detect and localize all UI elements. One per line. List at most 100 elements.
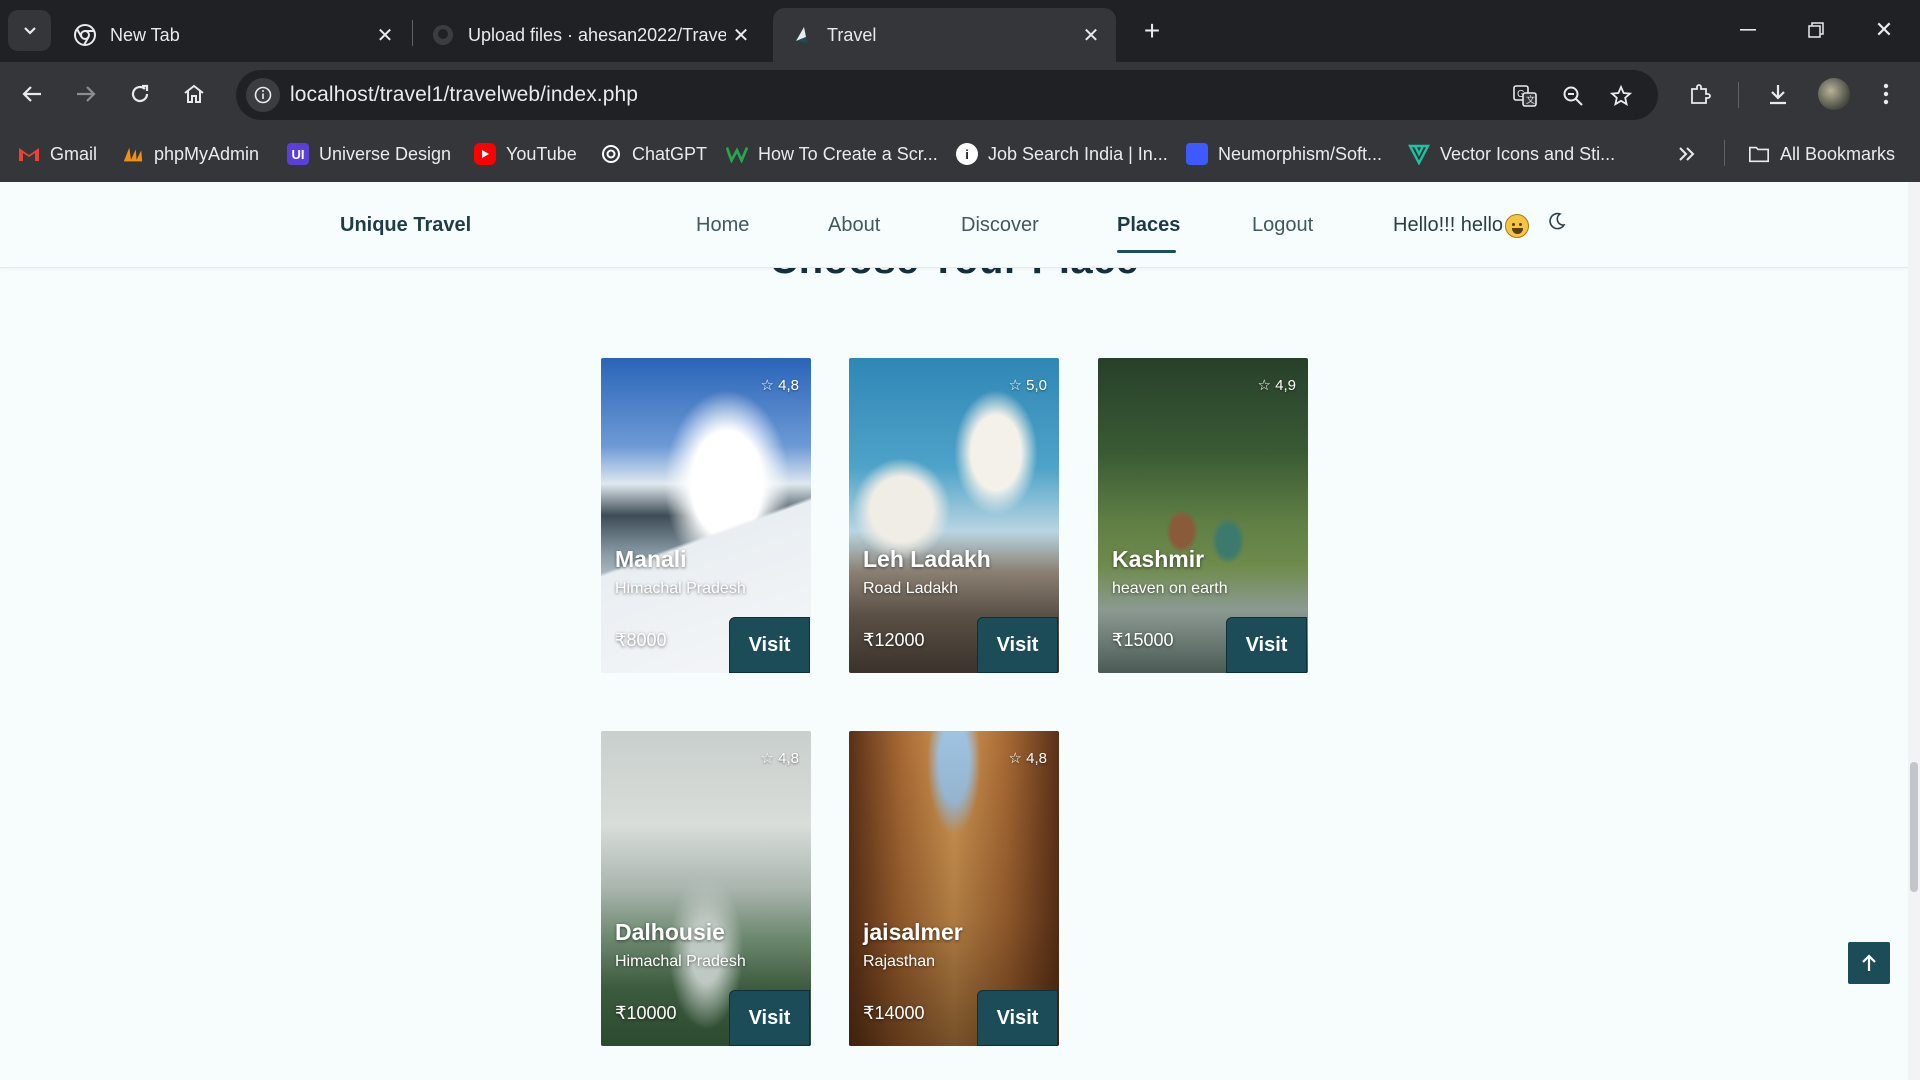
bookmark-neumorphism[interactable]: Neumorphism/Soft...: [1186, 138, 1382, 170]
back-icon[interactable]: [12, 74, 52, 114]
card-title: Manali: [615, 546, 687, 572]
browser-chrome: New Tab ✕ Upload files · ahesan2022/Trav…: [0, 0, 1920, 182]
close-icon[interactable]: ✕: [370, 23, 400, 48]
visit-button[interactable]: Visit: [729, 617, 810, 673]
toolbar: localhost/travel1/travelweb/index.php G文: [0, 62, 1920, 126]
card-price: ₹8000: [615, 630, 667, 650]
menu-icon[interactable]: [1866, 74, 1906, 114]
bookmark-star-icon[interactable]: [1604, 79, 1638, 113]
tab-title: Travel: [827, 24, 877, 45]
bookmark-label: Job Search India | In...: [988, 143, 1168, 164]
moon-icon[interactable]: [1548, 212, 1566, 236]
place-card-manali: ☆ 4,8 Manali Himachal Pradesh ₹8000 Visi…: [601, 358, 811, 673]
tab-title: New Tab: [110, 24, 180, 45]
bookmark-phpmyadmin[interactable]: phpMyAdmin: [122, 138, 259, 170]
bookmarks-bar: Gmail phpMyAdmin UI Universe Design YouT…: [0, 126, 1920, 182]
visit-button[interactable]: Visit: [977, 990, 1058, 1046]
star-icon: ☆: [760, 377, 774, 394]
visit-button[interactable]: Visit: [977, 617, 1058, 673]
site-info-icon[interactable]: [246, 78, 280, 112]
bookmark-label: All Bookmarks: [1780, 143, 1896, 164]
tab-title: Upload files · ahesan2022/Trave: [468, 24, 726, 45]
minimize-icon[interactable]: [1728, 12, 1768, 48]
user-greeting: Hello!!! hello: [1393, 214, 1504, 236]
site-logo[interactable]: Unique Travel: [340, 214, 471, 237]
nav-places[interactable]: Places: [1117, 214, 1180, 237]
reload-icon[interactable]: [120, 74, 160, 114]
new-tab-button[interactable]: +: [1136, 15, 1168, 47]
bookmark-label: ChatGPT: [632, 143, 708, 164]
forward-icon[interactable]: [66, 74, 106, 114]
url-text[interactable]: localhost/travel1/travelweb/index.php: [290, 83, 638, 107]
card-title: Kashmir: [1112, 546, 1205, 572]
bookmark-chatgpt[interactable]: ChatGPT: [600, 138, 707, 170]
tab-search-button[interactable]: [8, 10, 51, 51]
bookmark-gmail[interactable]: Gmail: [18, 138, 97, 170]
bookmark-job-search[interactable]: i Job Search India | In...: [956, 138, 1168, 170]
translate-icon[interactable]: G文: [1508, 79, 1542, 113]
scroll-top-button[interactable]: [1848, 942, 1890, 984]
chevron-down-icon: [23, 26, 36, 35]
phpmyadmin-icon: [122, 143, 144, 165]
home-icon[interactable]: [174, 74, 214, 114]
restore-icon[interactable]: [1796, 12, 1836, 48]
bookmark-youtube[interactable]: YouTube: [474, 138, 577, 170]
close-icon[interactable]: ✕: [1076, 23, 1106, 48]
visit-button[interactable]: Visit: [729, 990, 810, 1046]
bookmark-universe-design[interactable]: UI Universe Design: [287, 138, 451, 170]
place-card-leh-ladakh: ☆ 5,0 Leh Ladakh Road Ladakh ₹12000 Visi…: [849, 358, 1059, 673]
place-card-jaisalmer: ☆ 4,8 jaisalmer Rajasthan ₹14000 Visit: [849, 731, 1059, 1046]
card-price: ₹15000: [1112, 630, 1174, 650]
place-card-dalhousie: ☆ 4,8 Dalhousie Himachal Pradesh ₹10000 …: [601, 731, 811, 1046]
github-icon: [432, 24, 454, 46]
rating-value: 4,8: [778, 377, 799, 394]
visit-button[interactable]: Visit: [1226, 617, 1307, 673]
scrollbar-thumb[interactable]: [1910, 762, 1918, 892]
card-subtitle: Himachal Pradesh: [615, 580, 746, 597]
bookmark-label: phpMyAdmin: [154, 143, 260, 164]
card-subtitle: Road Ladakh: [863, 580, 959, 597]
active-nav-indicator: [1117, 250, 1176, 253]
card-rating: ☆ 4,8: [1009, 749, 1047, 767]
tab-upload-files[interactable]: Upload files · ahesan2022/Trave ✕: [414, 8, 766, 62]
profile-avatar[interactable]: [1818, 78, 1850, 110]
star-icon: ☆: [760, 750, 774, 767]
address-bar[interactable]: localhost/travel1/travelweb/index.php G文: [236, 70, 1658, 120]
tab-new-tab[interactable]: New Tab ✕: [56, 8, 410, 62]
arrow-up-icon: [1862, 954, 1876, 971]
youtube-icon: [474, 143, 496, 165]
extensions-icon[interactable]: [1680, 74, 1720, 114]
download-icon[interactable]: [1758, 74, 1798, 114]
close-icon[interactable]: ✕: [726, 23, 756, 48]
toolbar-separator: [1738, 82, 1739, 108]
card-price: ₹14000: [863, 1003, 925, 1023]
card-rating: ☆ 4,8: [761, 376, 799, 394]
nav-logout[interactable]: Logout: [1252, 214, 1313, 237]
bookmark-how-to-create[interactable]: How To Create a Scr...: [726, 138, 938, 170]
all-bookmarks[interactable]: All Bookmarks: [1748, 138, 1895, 170]
web-page: Choose Your Place Unique Travel Home Abo…: [0, 182, 1908, 1080]
tab-strip: New Tab ✕ Upload files · ahesan2022/Trav…: [0, 0, 1920, 62]
card-title: Dalhousie: [615, 919, 725, 945]
nav-home[interactable]: Home: [696, 214, 749, 237]
nav-about[interactable]: About: [828, 214, 880, 237]
bookmark-label: YouTube: [506, 143, 577, 164]
zoom-icon[interactable]: [1556, 79, 1590, 113]
svg-text:文: 文: [1526, 94, 1535, 106]
bookmarks-separator: [1724, 140, 1725, 166]
page-scrollbar[interactable]: [1908, 182, 1920, 1080]
bookmark-vector-icons[interactable]: Vector Icons and Sti...: [1408, 138, 1615, 170]
card-price: ₹12000: [863, 630, 925, 650]
site-header: Unique Travel Home About Discover Places…: [0, 182, 1908, 268]
nav-discover[interactable]: Discover: [961, 214, 1039, 237]
chrome-icon: [74, 24, 96, 46]
w-icon: [726, 143, 748, 165]
tab-separator: [412, 20, 413, 46]
card-subtitle: Rajasthan: [863, 953, 936, 970]
chatgpt-icon: [600, 143, 622, 165]
place-card-kashmir: ☆ 4,9 Kashmir heaven on earth ₹15000 Vis…: [1098, 358, 1308, 673]
tab-travel[interactable]: Travel ✕: [773, 8, 1116, 62]
window-close-icon[interactable]: ✕: [1864, 12, 1904, 48]
ui-icon: UI: [287, 143, 309, 165]
more-bookmarks-icon[interactable]: [1678, 138, 1696, 170]
